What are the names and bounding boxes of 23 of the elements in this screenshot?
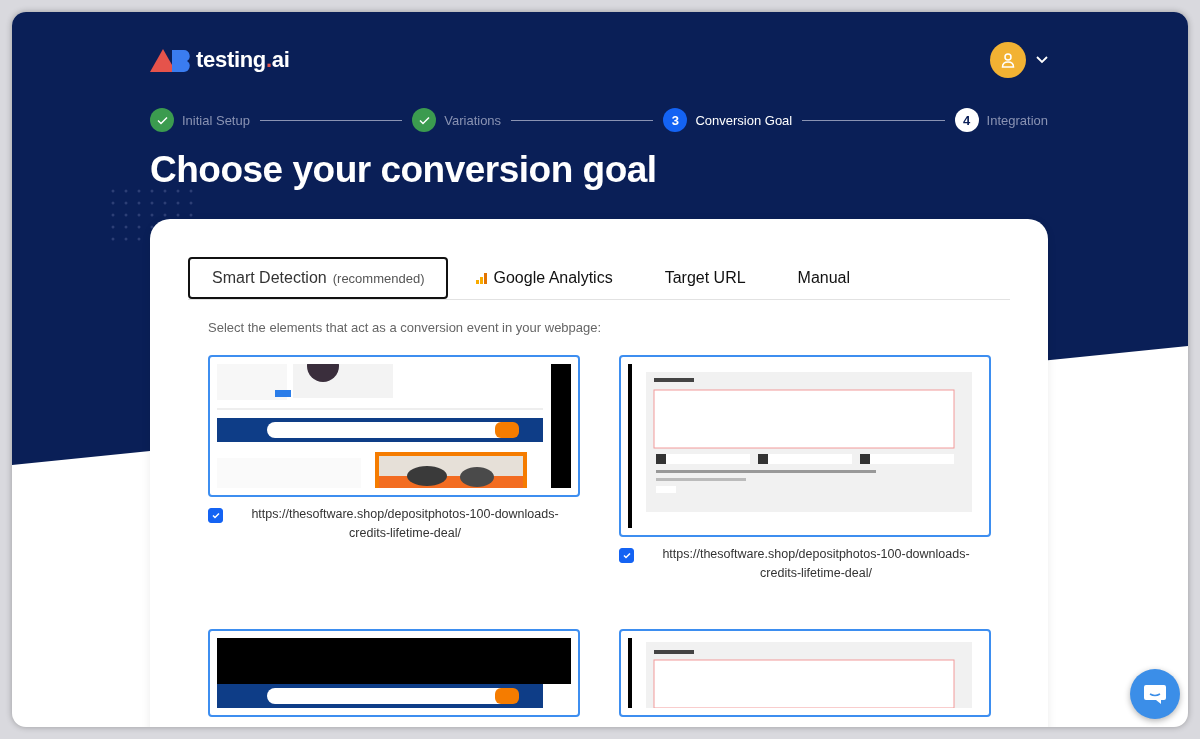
logo-text: testing.ai [196, 47, 290, 73]
step-label: Integration [986, 112, 1048, 128]
step-label: Initial Setup [182, 112, 250, 128]
checkbox[interactable] [619, 548, 634, 563]
instruction-text: Select the elements that act as a conversion event in your webpage: [208, 320, 603, 335]
chat-button[interactable] [1130, 669, 1180, 719]
step-label: Variations [444, 112, 502, 128]
page-title: Choose your conversion goal [150, 149, 658, 191]
user-icon [1000, 52, 1016, 68]
check-icon [418, 115, 430, 125]
element-preview[interactable] [208, 629, 580, 717]
page-url: https://thesoftware.shop/depositphotos-100-downloads-credits-lifetime-deal/ [250, 506, 560, 542]
chevron-down-icon[interactable] [1036, 56, 1048, 64]
checkbox[interactable] [208, 508, 223, 523]
chat-icon [1143, 683, 1167, 705]
bar-chart-icon [476, 272, 488, 284]
element-preview[interactable] [208, 355, 580, 497]
page-url: https://thesoftware.shop/depositphotos-100-downloads-credits-lifetime-deal/ [661, 546, 971, 582]
step-label: Conversion Goal [695, 112, 793, 128]
check-icon [156, 115, 168, 125]
tab[interactable]: Smart Detection (recommended) [188, 257, 449, 299]
check-icon [211, 512, 220, 519]
check-icon [622, 552, 631, 559]
